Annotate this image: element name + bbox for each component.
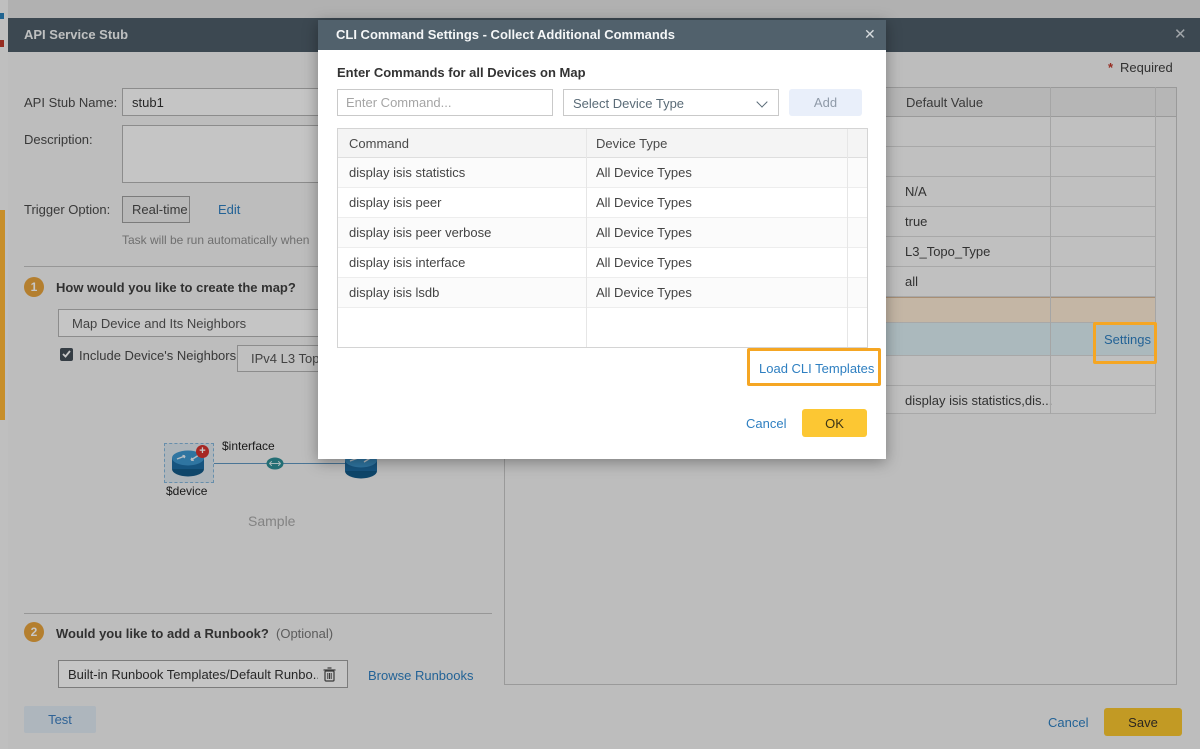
annotation-load-cli-templates <box>747 348 881 386</box>
modal-section-label: Enter Commands for all Devices on Map <box>337 65 586 81</box>
chevron-down-icon <box>756 96 767 107</box>
cli-command-settings-modal: CLI Command Settings - Collect Additiona… <box>318 20 886 459</box>
command-row[interactable]: display isis interface All Device Types <box>338 248 867 278</box>
command-row[interactable]: display isis statistics All Device Types <box>338 158 867 188</box>
modal-close-icon[interactable]: ✕ <box>864 26 876 43</box>
device-type-select-value: Select Device Type <box>573 96 684 111</box>
device-type-column-header: Device Type <box>596 136 667 151</box>
add-button[interactable]: Add <box>789 89 862 116</box>
command-table-gutter-divider <box>847 129 848 347</box>
command-row[interactable]: display isis lsdb All Device Types <box>338 278 867 308</box>
device-type-select[interactable]: Select Device Type <box>563 89 779 116</box>
command-table-header: Command Device Type <box>338 129 867 158</box>
command-table: Command Device Type display isis statist… <box>337 128 868 348</box>
ok-button[interactable]: OK <box>802 409 867 437</box>
screen: API Service Stub ✕ API Stub Name: Descri… <box>0 0 1200 749</box>
modal-titlebar: CLI Command Settings - Collect Additiona… <box>318 20 886 50</box>
command-row[interactable]: display isis peer verbose All Device Typ… <box>338 218 867 248</box>
modal-title: CLI Command Settings - Collect Additiona… <box>336 27 675 42</box>
modal-cancel-link[interactable]: Cancel <box>746 416 786 431</box>
command-row[interactable]: display isis peer All Device Types <box>338 188 867 218</box>
command-table-column-divider <box>586 129 587 347</box>
command-input[interactable] <box>337 89 553 116</box>
annotation-settings <box>1093 322 1157 364</box>
command-column-header: Command <box>349 136 409 151</box>
